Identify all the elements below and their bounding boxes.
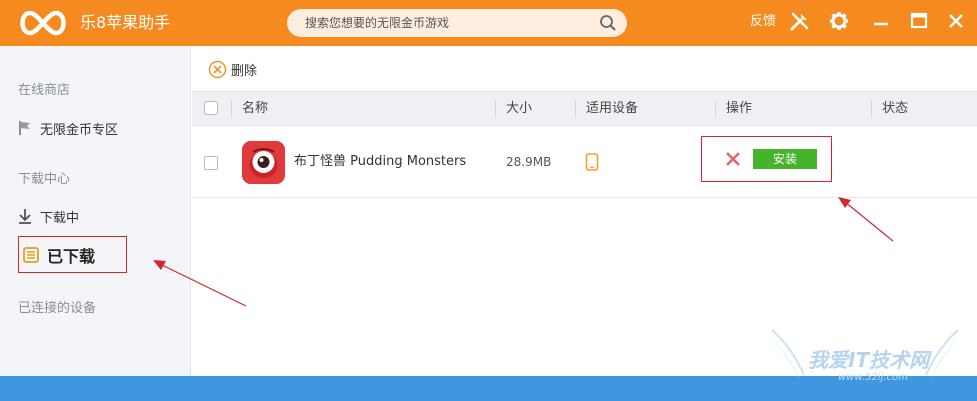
table-row: 布丁怪兽 Pudding Monsters 28.9MB 安装: [192, 126, 977, 198]
column-separator: [715, 100, 716, 118]
row-checkbox[interactable]: [204, 156, 218, 170]
column-separator: [231, 100, 232, 118]
close-icon[interactable]: [945, 10, 967, 32]
column-header-device[interactable]: 适用设备: [586, 101, 638, 117]
action-highlight-box: 安装: [701, 136, 832, 182]
app-size: 28.9MB: [506, 155, 552, 169]
delete-button[interactable]: 删除: [208, 59, 257, 79]
app-logo-icon: [20, 10, 66, 36]
sidebar: 在线商店 无限金币专区 下载中心 下载中 已下载 已连接的设备: [0, 46, 191, 376]
app-name: 布丁怪兽 Pudding Monsters: [294, 154, 467, 169]
column-separator: [871, 100, 872, 118]
select-all-checkbox[interactable]: [204, 101, 218, 115]
search-placeholder: 搜索您想要的无限金币游戏: [305, 16, 450, 30]
iphone-icon: [585, 153, 599, 171]
column-header-size[interactable]: 大小: [506, 101, 532, 117]
sidebar-item-downloading[interactable]: 下载中: [18, 204, 79, 228]
column-header-action[interactable]: 操作: [726, 101, 752, 117]
flag-icon: [19, 121, 30, 135]
column-header-name[interactable]: 名称: [242, 101, 268, 117]
app-icon-pudding-monsters: [242, 141, 285, 184]
list-icon: [23, 246, 39, 263]
watermark-url: www.52ij.com: [838, 372, 908, 383]
watermark-text: 我爱IT技术网: [808, 348, 930, 372]
sidebar-item-label: 无限金币专区: [40, 122, 119, 138]
column-separator: [495, 100, 496, 118]
install-button[interactable]: 安装: [753, 149, 817, 169]
sidebar-section-store: 在线商店: [18, 83, 71, 98]
sidebar-item-downloaded[interactable]: 已下载: [18, 236, 127, 273]
toolbar: 删除: [192, 46, 977, 91]
sidebar-item-label: 已下载: [47, 246, 96, 266]
download-icon: [19, 209, 31, 224]
search-icon[interactable]: [599, 14, 617, 32]
delete-circle-icon: [208, 60, 227, 78]
minimize-icon[interactable]: [870, 10, 892, 32]
title-bar: 乐8苹果助手 搜索您想要的无限金币游戏 反馈: [0, 0, 977, 46]
feedback-link[interactable]: 反馈: [750, 13, 776, 31]
sidebar-item-label: 下载中: [40, 210, 80, 226]
watermark: 我爱IT技术网 www.52ij.com: [760, 320, 970, 395]
column-header-status[interactable]: 状态: [882, 101, 908, 117]
gear-icon[interactable]: [828, 10, 850, 32]
delete-label: 删除: [231, 63, 258, 79]
maximize-icon[interactable]: [908, 10, 930, 32]
sidebar-section-download: 下载中心: [18, 172, 71, 187]
table-header: 名称 大小 适用设备 操作 状态: [192, 91, 977, 126]
search-input[interactable]: 搜索您想要的无限金币游戏: [287, 9, 627, 37]
tools-icon[interactable]: [789, 10, 811, 32]
column-separator: [575, 100, 576, 118]
sidebar-item-unlimited-coins[interactable]: 无限金币专区: [18, 116, 118, 140]
app-title: 乐8苹果助手: [80, 13, 171, 32]
sidebar-section-devices[interactable]: 已连接的设备: [18, 301, 96, 317]
remove-icon[interactable]: [724, 150, 742, 168]
